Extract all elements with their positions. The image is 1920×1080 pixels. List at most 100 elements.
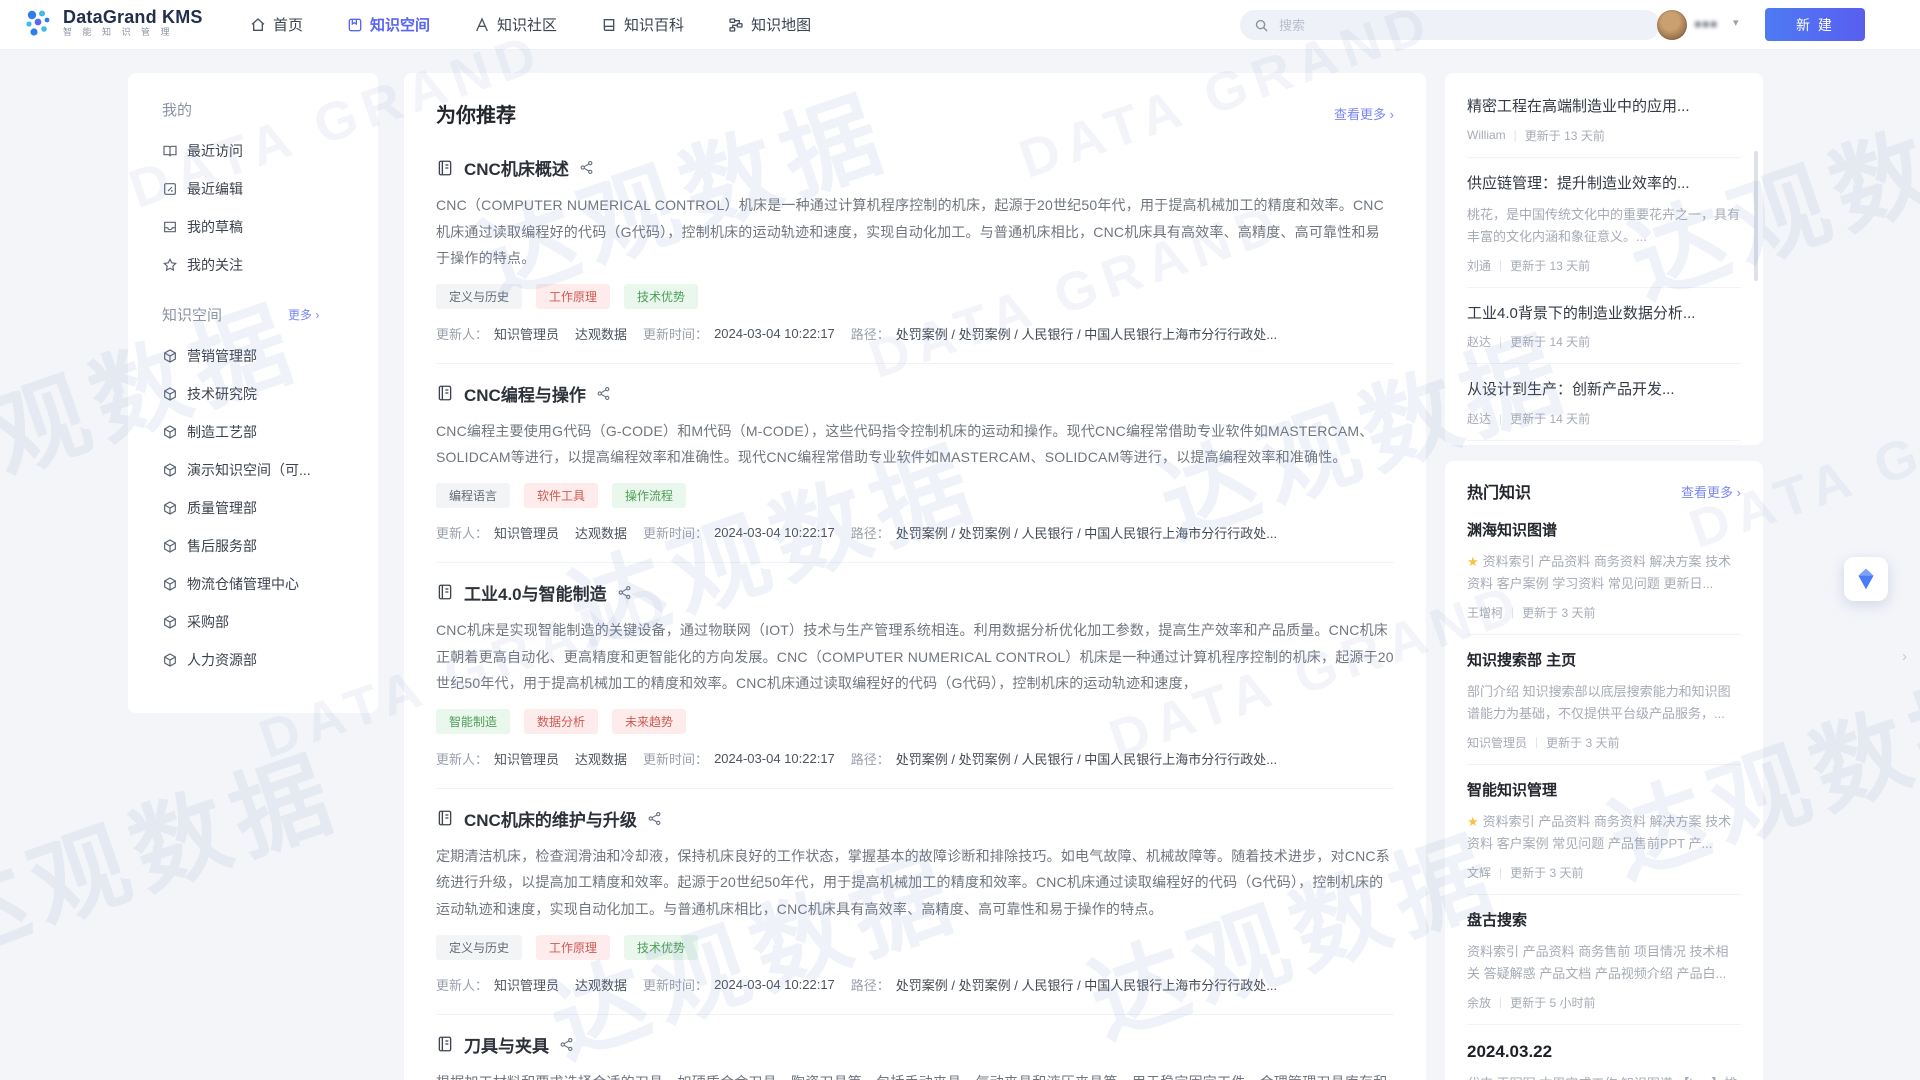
notebook-icon [436, 583, 454, 601]
cube-icon [162, 348, 178, 364]
open-book-icon [162, 143, 178, 159]
sidebar-space-marketing[interactable]: 营销管理部 [162, 337, 378, 375]
share-icon[interactable] [579, 160, 594, 175]
nav-item-home[interactable]: 首页 [250, 14, 303, 35]
article-title[interactable]: CNC机床的维护与升级 [464, 806, 637, 831]
hot-item-title[interactable]: 盘古搜索 [1467, 910, 1741, 932]
breadcrumb[interactable]: 处罚案例 / 处罚案例 / 人民银行 / 中国人民银行上海市分行行政处... [896, 749, 1277, 768]
related-article[interactable]: 工业4.0背景下的制造业数据分析... 赵达|更新于 14 天前 [1467, 288, 1741, 365]
related-article-title[interactable]: 从设计到生产：创新产品开发... [1467, 379, 1741, 401]
share-icon[interactable] [647, 811, 662, 826]
chevron-down-icon[interactable]: ▾ [1733, 16, 1739, 29]
hot-knowledge-item[interactable]: 盘古搜索 资料索引 产品资料 商务售前 项目情况 技术相关 答疑解惑 产品文档 … [1467, 895, 1741, 1025]
tag[interactable]: 数据分析 [524, 709, 598, 734]
inbox-icon [162, 219, 178, 235]
username[interactable]: ●●● [1694, 16, 1718, 31]
hot-item-title[interactable]: 知识搜索部 主页 [1467, 650, 1741, 672]
sidebar-space-purchasing[interactable]: 采购部 [162, 603, 378, 641]
author-name: 文辉 [1467, 864, 1491, 881]
update-time: 2024-03-04 10:22:17 [714, 326, 835, 341]
tag[interactable]: 定义与历史 [436, 284, 522, 309]
article-title[interactable]: 工业4.0与智能制造 [464, 580, 607, 605]
tag[interactable]: 技术优势 [624, 284, 698, 309]
hot-knowledge-item[interactable]: 渊海知识图谱 ★资料索引 产品资料 商务资料 解决方案 技术资料 客户案例 学习… [1467, 505, 1741, 635]
notebook-icon [436, 384, 454, 402]
article-card: CNC编程与操作 CNC编程主要使用G代码（G-CODE）和M代码（M-CODE… [436, 364, 1394, 563]
nav-item-knowledge-community[interactable]: 知识社区 [474, 14, 557, 35]
sidebar-item-recent-edits[interactable]: 最近编辑 [162, 170, 378, 208]
hot-item-desc: 代申 王军军 本周完成工作 知识图谱 【bug】排查并解决由于删除图谱时数据库为… [1467, 1073, 1741, 1080]
related-article-title[interactable]: 工业4.0背景下的制造业数据分析... [1467, 303, 1741, 325]
author-name: 知识管理员 [1467, 734, 1527, 751]
tag[interactable]: 软件工具 [524, 483, 598, 508]
share-icon[interactable] [596, 386, 611, 401]
new-button[interactable]: 新 建 [1765, 8, 1865, 41]
nav-item-label: 首页 [273, 14, 303, 35]
related-article[interactable]: 从设计到生产：创新产品开发... 赵达|更新于 14 天前 [1467, 364, 1741, 441]
sidebar-item-label: 我的关注 [187, 255, 243, 275]
tag[interactable]: 工作原理 [536, 284, 610, 309]
hot-knowledge-item[interactable]: 2024.03.22 代申 王军军 本周完成工作 知识图谱 【bug】排查并解决… [1467, 1025, 1741, 1080]
article-meta: 更新人：知识管理员 达观数据 更新时间：2024-03-04 10:22:17 … [436, 975, 1394, 994]
breadcrumb[interactable]: 处罚案例 / 处罚案例 / 人民银行 / 中国人民银行上海市分行行政处... [896, 523, 1277, 542]
update-time: 2024-03-04 10:22:17 [714, 751, 835, 766]
hot-view-more-link[interactable]: 查看更多 › [1681, 482, 1741, 501]
tag[interactable]: 技术优势 [624, 935, 698, 960]
related-article-title[interactable]: 精密工程在高端制造业中的应用... [1467, 96, 1741, 118]
article-summary: 根据加工材料和要求选择合适的刀具，如硬质合金刀具、陶瓷刀具等。包括手动夹具、气动… [436, 1069, 1394, 1080]
nav-item-knowledge-space[interactable]: 知识空间 [347, 14, 430, 35]
sidebar-item-label: 采购部 [187, 612, 229, 632]
sidebar-space-manufacturing[interactable]: 制造工艺部 [162, 413, 378, 451]
updated-time: 更新于 14 天前 [1510, 333, 1590, 350]
global-search [1240, 10, 1660, 40]
panel-scrollbar[interactable] [1754, 151, 1758, 281]
ai-assistant-button[interactable] [1844, 557, 1888, 601]
breadcrumb[interactable]: 处罚案例 / 处罚案例 / 人民银行 / 中国人民银行上海市分行行政处... [896, 324, 1277, 343]
community-icon [474, 17, 490, 33]
sidebar-item-label: 最近编辑 [187, 179, 243, 199]
nav-item-knowledge-map[interactable]: 知识地图 [728, 14, 811, 35]
tag[interactable]: 定义与历史 [436, 935, 522, 960]
space-more-link[interactable]: 更多 › [288, 306, 319, 323]
related-article-title[interactable]: 供应链管理：提升制造业效率的... [1467, 173, 1741, 195]
sidebar-space-logistics[interactable]: 物流仓储管理中心 [162, 565, 378, 603]
author-name: William [1467, 128, 1506, 142]
tag[interactable]: 工作原理 [536, 935, 610, 960]
brand-logo[interactable]: DataGrand KMS 智 能 知 识 管 理 [22, 7, 203, 39]
tag[interactable]: 操作流程 [612, 483, 686, 508]
share-icon[interactable] [559, 1037, 574, 1052]
nav-item-label: 知识地图 [751, 14, 811, 35]
sidebar-item-label: 质量管理部 [187, 498, 257, 518]
sidebar-item-my-drafts[interactable]: 我的草稿 [162, 208, 378, 246]
hot-knowledge-item[interactable]: 智能知识管理 ★资料索引 产品资料 商务资料 解决方案 技术资料 客户案例 常见… [1467, 765, 1741, 895]
tag[interactable]: 未来趋势 [612, 709, 686, 734]
sidebar-space-demo[interactable]: 演示知识空间（可... [162, 451, 378, 489]
nav-item-knowledge-wiki[interactable]: 知识百科 [601, 14, 684, 35]
view-more-link[interactable]: 查看更多 › [1334, 104, 1394, 123]
brand-name: DataGrand KMS [63, 8, 203, 27]
sidebar-space-aftersales[interactable]: 售后服务部 [162, 527, 378, 565]
share-icon[interactable] [617, 585, 632, 600]
collapse-handle-icon[interactable]: › [1902, 648, 1907, 665]
search-input[interactable] [1277, 17, 1646, 34]
sidebar-space-tech-research[interactable]: 技术研究院 [162, 375, 378, 413]
sidebar-item-my-follows[interactable]: 我的关注 [162, 246, 378, 284]
sidebar-space-quality[interactable]: 质量管理部 [162, 489, 378, 527]
article-title[interactable]: 刀具与夹具 [464, 1032, 549, 1057]
author-name: 赵达 [1467, 333, 1491, 350]
tag[interactable]: 编程语言 [436, 483, 510, 508]
user-avatar[interactable] [1657, 10, 1687, 40]
breadcrumb[interactable]: 处罚案例 / 处罚案例 / 人民银行 / 中国人民银行上海市分行行政处... [896, 975, 1277, 994]
hot-knowledge-item[interactable]: 知识搜索部 主页 部门介绍 知识搜索部以底层搜索能力和知识图谱能力为基础，不仅提… [1467, 635, 1741, 765]
related-article[interactable]: 精密工程在高端制造业中的应用... William|更新于 13 天前 [1467, 81, 1741, 158]
related-article[interactable]: 供应链管理：提升制造业效率的... 桃花，是中国传统文化中的重要花卉之一，具有丰… [1467, 158, 1741, 288]
sidebar-space-hr[interactable]: 人力资源部 [162, 641, 378, 679]
hot-item-title[interactable]: 智能知识管理 [1467, 780, 1741, 802]
article-title[interactable]: CNC编程与操作 [464, 381, 586, 406]
hot-item-title[interactable]: 渊海知识图谱 [1467, 520, 1741, 542]
updated-time: 更新于 5 小时前 [1510, 994, 1595, 1011]
article-title[interactable]: CNC机床概述 [464, 155, 569, 180]
hot-item-title[interactable]: 2024.03.22 [1467, 1040, 1741, 1065]
sidebar-item-recent-visits[interactable]: 最近访问 [162, 132, 378, 170]
tag[interactable]: 智能制造 [436, 709, 510, 734]
